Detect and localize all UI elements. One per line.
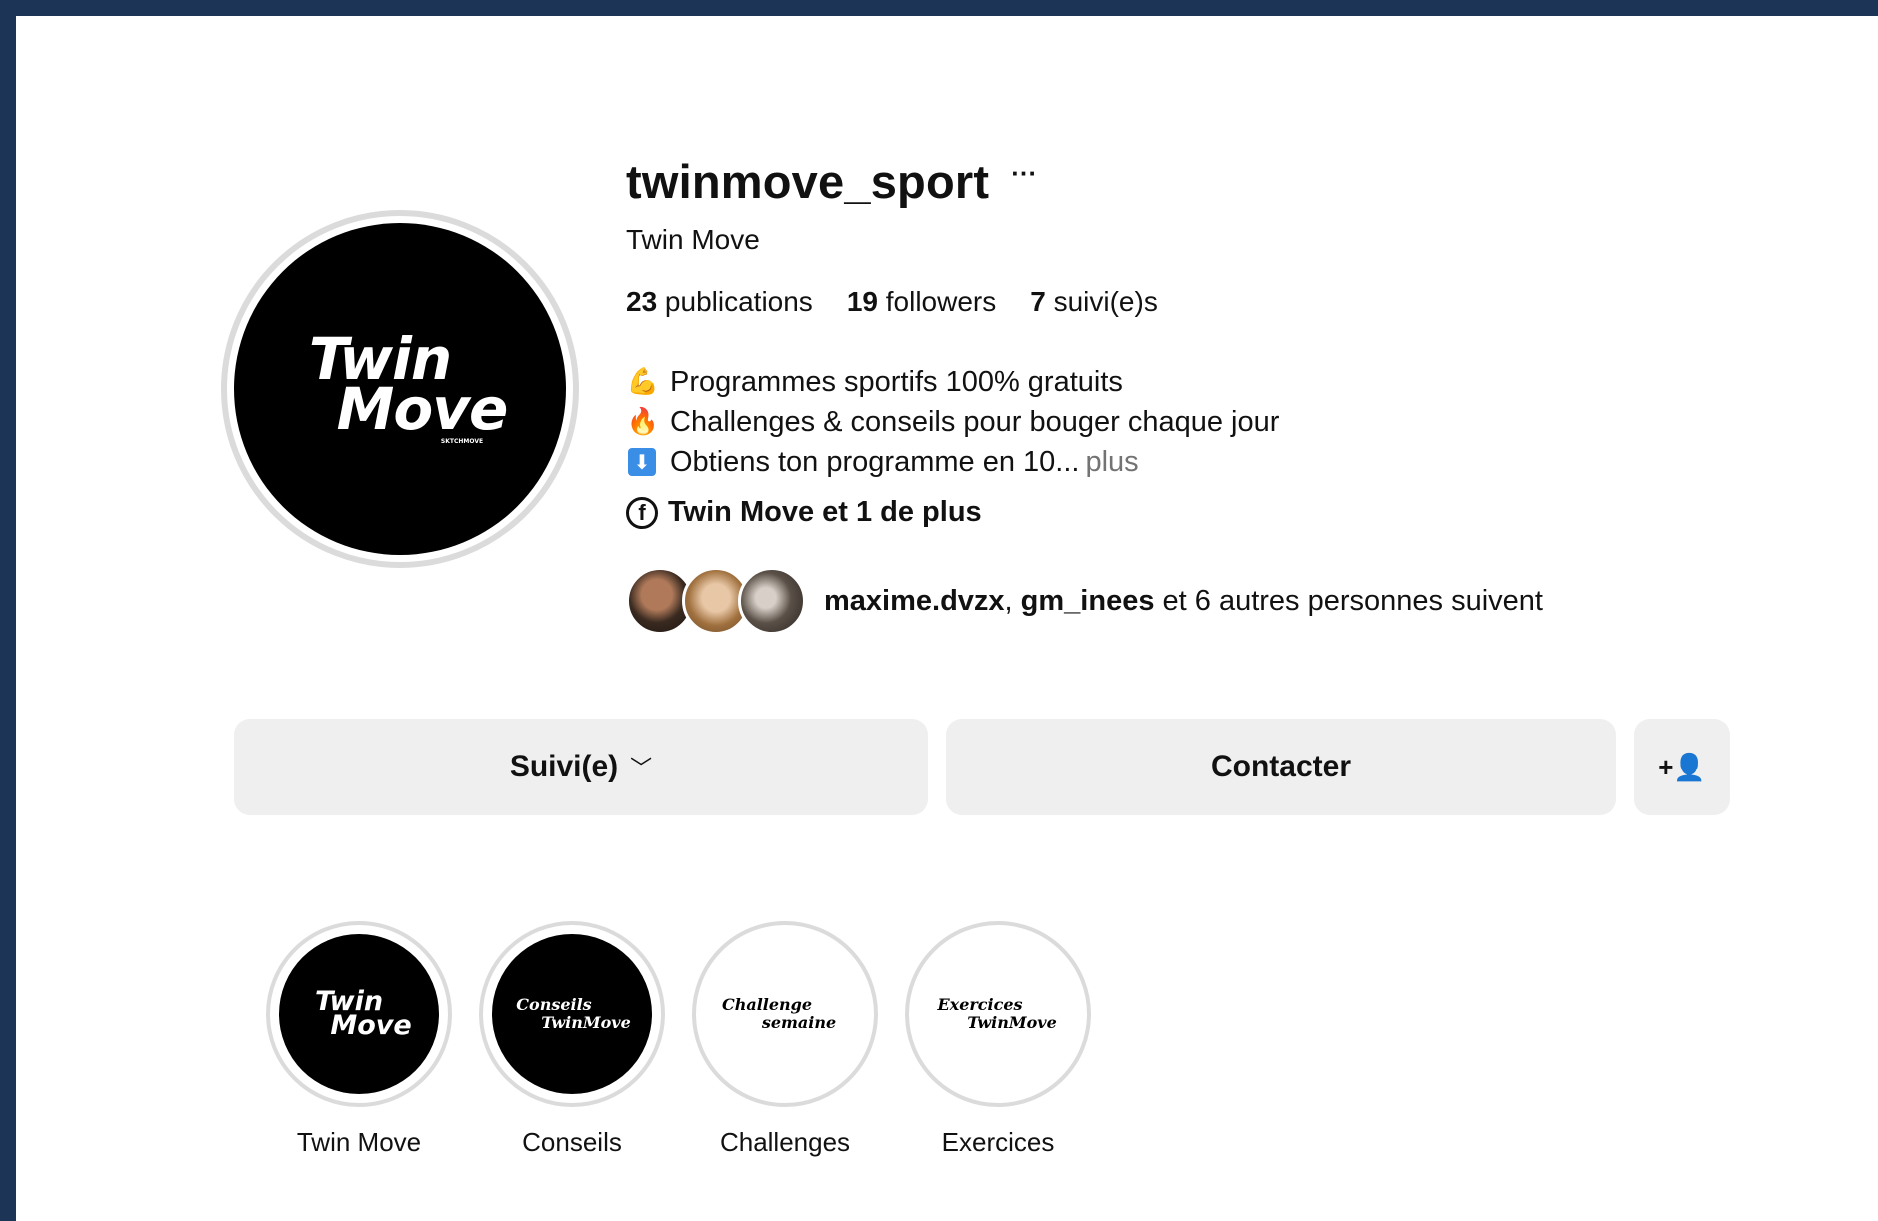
down-arrow-icon: ⬇ — [628, 448, 656, 476]
highlight-cover: Challenge semaine — [705, 934, 865, 1094]
highlight-ring: Exercices TwinMove — [905, 921, 1091, 1107]
bio-line: 💪 Programmes sportifs 100% gratuits — [626, 362, 1818, 402]
mutual-user-1: maxime.dvzx — [824, 584, 1005, 617]
highlight-label: Challenges — [719, 1127, 851, 1157]
highlight-label: Conseils — [522, 1127, 622, 1157]
avatar-logo-line2: Move — [336, 374, 509, 443]
stat-label: suivi(e)s — [1045, 286, 1158, 317]
mutual-sep: , — [1004, 584, 1021, 617]
stat-label: followers — [877, 286, 997, 317]
highlight-cover: Exercices TwinMove — [918, 934, 1078, 1094]
highlight-cover-line1: Exercices — [937, 995, 1023, 1014]
mutual-user-2: gm_inees — [1020, 584, 1155, 617]
username-row: twinmove_sport ··· — [626, 146, 1818, 216]
bio-text: Challenges & conseils pour bouger chaque… — [670, 406, 1280, 438]
fire-icon: 🔥 — [626, 407, 660, 437]
highlight-twin-move[interactable]: Twin Move Twin Move — [266, 921, 452, 1158]
flexed-biceps-icon: 💪 — [626, 367, 660, 397]
bio-text: Obtiens ton programme en 10... — [670, 446, 1080, 478]
profile-link-text: Twin Move et 1 de plus — [668, 496, 982, 528]
highlight-cover: Twin Move — [279, 934, 439, 1094]
story-highlights: Twin Move Twin Move Conseils TwinMove Co… — [266, 921, 1091, 1158]
highlight-challenges[interactable]: Challenge semaine Challenges — [692, 921, 878, 1158]
facebook-icon: f — [626, 496, 658, 529]
highlight-cover-line1: Conseils — [516, 995, 592, 1014]
more-options-icon[interactable]: ··· — [1011, 158, 1037, 189]
bio-line: ⬇ Obtiens ton programme en 10... plus — [626, 442, 1818, 482]
profile-avatar-ring[interactable]: Twin Move SKTCHMOVE — [221, 210, 579, 568]
following-label: Suivi(e) — [509, 750, 619, 783]
profile-links[interactable]: f Twin Move et 1 de plus — [626, 496, 1818, 529]
mutual-avatar — [738, 567, 806, 635]
highlight-cover-line2: TwinMove — [967, 1013, 1057, 1032]
mutual-rest: et 6 autres personnes suivent — [1154, 584, 1543, 617]
stat-value: 19 — [846, 286, 878, 317]
stat-following[interactable]: 7 suivi(e)s — [1030, 286, 1158, 318]
profile-stats: 23 publications 19 followers 7 suivi(e)s — [626, 286, 1818, 318]
full-name: Twin Move — [626, 224, 760, 255]
highlight-label: Twin Move — [296, 1127, 422, 1157]
chevron-down-icon: ﹀ — [630, 757, 653, 782]
contact-button[interactable]: Contacter — [946, 719, 1616, 815]
profile-info: twinmove_sport ··· Twin Move 23 publicat… — [626, 146, 1818, 635]
following-button[interactable]: Suivi(e) ﹀ — [234, 719, 928, 815]
avatar-logo-small: SKTCHMOVE — [440, 437, 484, 445]
bio-text: Programmes sportifs 100% gratuits — [670, 366, 1123, 398]
bio: 💪 Programmes sportifs 100% gratuits 🔥 Ch… — [626, 362, 1818, 482]
stat-followers[interactable]: 19 followers — [847, 286, 996, 318]
highlight-exercices[interactable]: Exercices TwinMove Exercices — [905, 921, 1091, 1158]
highlight-cover-line1: Challenge — [721, 995, 813, 1014]
mutual-avatars — [626, 567, 806, 635]
stat-label: publications — [657, 286, 813, 317]
highlight-cover-line2: TwinMove — [541, 1013, 631, 1032]
highlight-conseils[interactable]: Conseils TwinMove Conseils — [479, 921, 665, 1158]
contact-label: Contacter — [1210, 750, 1352, 783]
highlight-label: Exercices — [941, 1127, 1055, 1157]
highlight-cover-line2: semaine — [761, 1013, 837, 1032]
add-user-button[interactable]: +👤 — [1634, 719, 1730, 815]
profile-avatar: Twin Move SKTCHMOVE — [234, 223, 566, 555]
highlight-ring: Twin Move — [266, 921, 452, 1107]
highlight-ring: Conseils TwinMove — [479, 921, 665, 1107]
stat-publications: 23 publications — [626, 286, 813, 318]
highlight-ring: Challenge semaine — [692, 921, 878, 1107]
action-buttons: Suivi(e) ﹀ Contacter +👤 — [234, 719, 1730, 815]
stat-value: 7 — [1030, 286, 1046, 317]
mutual-followers[interactable]: maxime.dvzx, gm_inees et 6 autres person… — [626, 567, 1818, 635]
username: twinmove_sport — [626, 154, 990, 208]
bio-line: 🔥 Challenges & conseils pour bouger chaq… — [626, 402, 1818, 442]
stat-value: 23 — [626, 286, 658, 317]
bio-more-link[interactable]: plus — [1085, 442, 1138, 482]
highlight-cover-line2: Move — [330, 1010, 412, 1041]
mutual-followers-text: maxime.dvzx, gm_inees et 6 autres person… — [824, 585, 1543, 618]
add-user-icon: +👤 — [1658, 751, 1706, 782]
highlight-cover: Conseils TwinMove — [492, 934, 652, 1094]
profile-panel: Twin Move SKTCHMOVE twinmove_sport ··· T… — [16, 16, 1878, 1221]
